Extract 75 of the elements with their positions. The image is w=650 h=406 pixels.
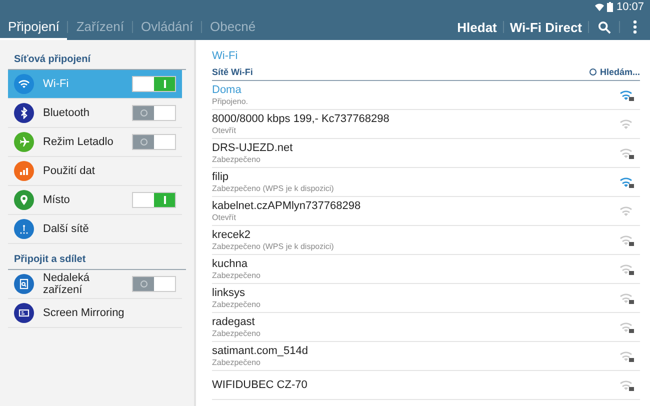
- network-row[interactable]: krecek2 Zabezpečeno (WPS je k dispozici): [212, 226, 640, 255]
- action-button[interactable]: Wi-Fi Direct: [504, 14, 588, 40]
- network-status: Zabezpečeno (WPS je k dispozici): [212, 184, 335, 193]
- sidebar-item[interactable]: Místo: [8, 186, 182, 215]
- network-row[interactable]: DRS-UJEZD.net Zabezpečeno: [212, 139, 640, 168]
- network-name: radegast: [212, 316, 256, 328]
- network-row[interactable]: kabelnet.czAPMlyn737768298 Otevřít: [212, 197, 640, 226]
- network-name: DRS-UJEZD.net: [212, 142, 294, 154]
- network-status: Zabezpečeno (WPS je k dispozici): [212, 242, 335, 251]
- sidebar-item[interactable]: Režim Letadlo: [8, 128, 182, 157]
- network-status: Připojeno.: [212, 97, 250, 106]
- item-label: Místo: [43, 194, 71, 206]
- network-status: Zabezpečeno: [212, 300, 262, 309]
- wifi-icon: [18, 78, 30, 90]
- toggle-switch[interactable]: [132, 76, 176, 92]
- network-status: Zabezpečeno: [212, 271, 262, 280]
- network-status: Zabezpečeno: [212, 358, 262, 367]
- wifi-status-icon: [595, 2, 604, 12]
- item-label: Screen Mirroring: [43, 307, 126, 319]
- screen-icon: [18, 307, 30, 319]
- network-status: Otevřít: [212, 213, 238, 222]
- network-name: linksys: [212, 287, 246, 299]
- network-row[interactable]: radegast Zabezpečeno: [212, 313, 640, 342]
- bar-chart-icon: [18, 165, 30, 177]
- network-name: satimant.com_514d: [212, 345, 309, 357]
- page-title: Wi-Fi: [212, 50, 239, 62]
- item-label: Režim Letadlo: [43, 136, 114, 148]
- sidebar-item[interactable]: Další sítě: [8, 215, 182, 244]
- battery-icon: [607, 2, 614, 12]
- toggle-switch[interactable]: [132, 134, 176, 150]
- spinner-icon: [588, 68, 597, 76]
- item-label: Další sítě: [43, 223, 90, 235]
- off-circle-icon: [140, 280, 148, 288]
- network-row[interactable]: linksys Zabezpečeno: [212, 284, 640, 313]
- section-heading: Připojit a sdílet: [8, 244, 186, 270]
- sidebar-item[interactable]: Použití dat: [8, 157, 182, 186]
- network-name: 8000/8000 kbps 199,- Kc737768298: [212, 113, 390, 125]
- network-name: WIFIDUBEC CZ-70: [212, 379, 308, 391]
- clock-time: 10:07: [616, 1, 644, 13]
- action-button[interactable]: Hledat: [451, 14, 503, 40]
- network-name: kabelnet.czAPMlyn737768298: [212, 200, 362, 212]
- network-status: Zabezpečeno: [212, 329, 262, 338]
- toggle-switch[interactable]: [132, 276, 176, 292]
- network-row[interactable]: filip Zabezpečeno (WPS je k dispozici): [212, 168, 640, 197]
- network-row[interactable]: Doma Připojeno.: [212, 81, 640, 110]
- network-row[interactable]: 8000/8000 kbps 199,- Kc737768298 Otevřít: [212, 110, 640, 139]
- network-row[interactable]: satimant.com_514d Zabezpečeno: [212, 342, 640, 371]
- bluetooth-icon: [18, 107, 30, 119]
- location-pin-icon: [18, 194, 30, 206]
- item-label: Bluetooth: [43, 107, 90, 119]
- network-row[interactable]: WIFIDUBEC CZ-70: [212, 371, 640, 400]
- toggle-switch[interactable]: [132, 192, 176, 208]
- network-name: filip: [212, 171, 230, 183]
- network-name: krecek2: [212, 229, 252, 241]
- network-status: Otevřít: [212, 126, 238, 135]
- network-name: kuchna: [212, 258, 248, 270]
- network-name: Doma: [212, 84, 242, 96]
- antenna-icon: [18, 223, 30, 235]
- item-label: Použití dat: [43, 165, 96, 177]
- search-icon: [598, 20, 610, 34]
- airplane-icon: [18, 136, 30, 148]
- network-status: Zabezpečeno: [212, 155, 262, 164]
- network-row[interactable]: kuchna Zabezpečeno: [212, 255, 640, 284]
- scan-status: Hledám...: [600, 67, 640, 77]
- device-search-icon: [18, 278, 30, 290]
- more-vertical-icon: [633, 20, 637, 34]
- item-label: Nedaleká zařízení: [43, 272, 90, 296]
- toggle-switch[interactable]: [132, 105, 176, 121]
- item-label: Wi-Fi: [43, 78, 70, 90]
- sidebar-item[interactable]: Screen Mirroring: [8, 299, 182, 328]
- sidebar-item[interactable]: Nedaleká zařízení: [8, 270, 182, 299]
- off-circle-icon: [140, 109, 148, 117]
- list-heading: Sítě Wi-Fi: [212, 67, 253, 77]
- off-circle-icon: [140, 138, 148, 146]
- sidebar-item[interactable]: Bluetooth: [8, 99, 182, 128]
